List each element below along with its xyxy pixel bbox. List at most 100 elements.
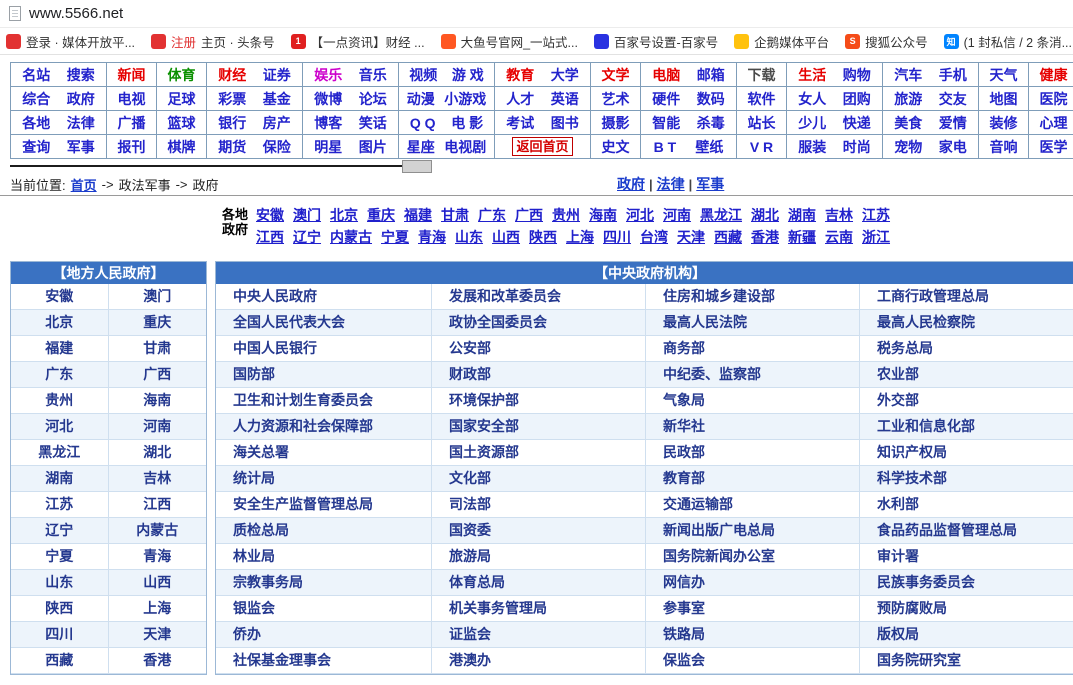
- local-gov-link[interactable]: 山西: [109, 570, 207, 595]
- nav-link[interactable]: 游 戏: [452, 65, 484, 85]
- nav-link[interactable]: 棋牌: [168, 137, 196, 157]
- nav-link[interactable]: 综合: [22, 89, 50, 109]
- local-gov-link[interactable]: 西藏: [11, 648, 109, 673]
- region-link[interactable]: 天津: [677, 226, 705, 248]
- nav-link[interactable]: 少儿: [798, 113, 826, 133]
- region-link[interactable]: 福建: [404, 204, 432, 226]
- nav-link[interactable]: 生活: [798, 65, 826, 85]
- central-gov-link[interactable]: 环境保护部: [432, 388, 646, 413]
- region-link[interactable]: 上海: [566, 226, 594, 248]
- central-gov-link[interactable]: 气象局: [646, 388, 860, 413]
- central-gov-link[interactable]: 民族事务委员会: [860, 570, 1073, 595]
- central-gov-link[interactable]: 安全生产监督管理总局: [216, 492, 432, 517]
- category-link[interactable]: 法律: [657, 174, 685, 194]
- central-gov-link[interactable]: 农业部: [860, 362, 1073, 387]
- nav-link[interactable]: 博客: [314, 113, 342, 133]
- nav-link[interactable]: 艺术: [602, 89, 630, 109]
- nav-link[interactable]: 彩票: [218, 89, 246, 109]
- central-gov-link[interactable]: 财政部: [432, 362, 646, 387]
- central-gov-link[interactable]: 质检总局: [216, 518, 432, 543]
- central-gov-link[interactable]: 中央人民政府: [216, 284, 432, 309]
- local-gov-link[interactable]: 陕西: [11, 596, 109, 621]
- local-gov-link[interactable]: 安徽: [11, 284, 109, 309]
- central-gov-link[interactable]: 政协全国委员会: [432, 310, 646, 335]
- nav-link[interactable]: 名站: [22, 65, 50, 85]
- nav-link[interactable]: 史文: [602, 137, 630, 157]
- nav-link[interactable]: 大学: [551, 65, 579, 85]
- nav-link[interactable]: 邮箱: [697, 65, 725, 85]
- region-link[interactable]: 黑龙江: [700, 204, 742, 226]
- central-gov-link[interactable]: 国家安全部: [432, 414, 646, 439]
- central-gov-link[interactable]: 证监会: [432, 622, 646, 647]
- region-link[interactable]: 云南: [825, 226, 853, 248]
- region-link[interactable]: 台湾: [640, 226, 668, 248]
- local-gov-link[interactable]: 湖北: [109, 440, 207, 465]
- nav-link[interactable]: 杀毒: [697, 113, 725, 133]
- nav-link[interactable]: 考试: [506, 113, 534, 133]
- local-gov-link[interactable]: 贵州: [11, 388, 109, 413]
- nav-link[interactable]: 搜索: [67, 65, 95, 85]
- nav-link[interactable]: 手机: [939, 65, 967, 85]
- nav-link[interactable]: 新闻: [118, 65, 146, 85]
- region-link[interactable]: 重庆: [367, 204, 395, 226]
- local-gov-link[interactable]: 黑龙江: [11, 440, 109, 465]
- region-link[interactable]: 湖南: [788, 204, 816, 226]
- nav-link[interactable]: 财经: [218, 65, 246, 85]
- region-link[interactable]: 吉林: [825, 204, 853, 226]
- category-link[interactable]: 政府: [617, 174, 645, 194]
- nav-link[interactable]: 美食: [894, 113, 922, 133]
- local-gov-link[interactable]: 江苏: [11, 492, 109, 517]
- nav-link[interactable]: 政府: [67, 89, 95, 109]
- nav-link[interactable]: 壁纸: [695, 137, 723, 157]
- central-gov-link[interactable]: 食品药品监督管理总局: [860, 518, 1073, 543]
- nav-link[interactable]: 软件: [748, 89, 776, 109]
- central-gov-link[interactable]: 工商行政管理总局: [860, 284, 1073, 309]
- local-gov-link[interactable]: 澳门: [109, 284, 207, 309]
- nav-link[interactable]: 英语: [551, 89, 579, 109]
- local-gov-link[interactable]: 内蒙古: [109, 518, 207, 543]
- nav-link[interactable]: 服装: [798, 137, 826, 157]
- local-gov-link[interactable]: 湖南: [11, 466, 109, 491]
- central-gov-link[interactable]: 社保基金理事会: [216, 648, 432, 673]
- nav-link[interactable]: 足球: [168, 89, 196, 109]
- nav-link[interactable]: 装修: [990, 113, 1018, 133]
- central-gov-link[interactable]: 住房和城乡建设部: [646, 284, 860, 309]
- local-gov-link[interactable]: 广西: [109, 362, 207, 387]
- nav-link[interactable]: 音响: [990, 137, 1018, 157]
- bookmark-item[interactable]: 登录 · 媒体开放平...: [6, 32, 135, 51]
- nav-link[interactable]: 数码: [697, 89, 725, 109]
- nav-link[interactable]: 天气: [990, 65, 1018, 85]
- nav-link[interactable]: 银行: [218, 113, 246, 133]
- central-gov-link[interactable]: 最高人民法院: [646, 310, 860, 335]
- central-gov-link[interactable]: 国防部: [216, 362, 432, 387]
- nav-link[interactable]: Q Q: [410, 115, 436, 131]
- region-link[interactable]: 河北: [626, 204, 654, 226]
- nav-link[interactable]: 爱情: [939, 113, 967, 133]
- region-link[interactable]: 江苏: [862, 204, 890, 226]
- nav-link[interactable]: 站长: [748, 113, 776, 133]
- nav-link[interactable]: 篮球: [168, 113, 196, 133]
- central-gov-link[interactable]: 统计局: [216, 466, 432, 491]
- local-gov-link[interactable]: 山东: [11, 570, 109, 595]
- nav-link[interactable]: 电视: [118, 89, 146, 109]
- nav-link[interactable]: 医院: [1040, 89, 1068, 109]
- nav-link[interactable]: 笑话: [359, 113, 387, 133]
- region-link[interactable]: 西藏: [714, 226, 742, 248]
- nav-link[interactable]: 健康: [1040, 65, 1068, 85]
- region-link[interactable]: 宁夏: [381, 226, 409, 248]
- bookmark-item[interactable]: 百家号设置-百家号: [594, 32, 718, 51]
- central-gov-link[interactable]: 税务总局: [860, 336, 1073, 361]
- region-link[interactable]: 山西: [492, 226, 520, 248]
- bookmark-item[interactable]: 注册主页 · 头条号: [151, 32, 275, 51]
- nav-link[interactable]: 基金: [263, 89, 291, 109]
- nav-link[interactable]: 智能: [652, 113, 680, 133]
- central-gov-link[interactable]: 保监会: [646, 648, 860, 673]
- nav-link[interactable]: 女人: [798, 89, 826, 109]
- region-link[interactable]: 湖北: [751, 204, 779, 226]
- nav-link[interactable]: 家电: [939, 137, 967, 157]
- central-gov-link[interactable]: 交通运输部: [646, 492, 860, 517]
- nav-link[interactable]: 快递: [843, 113, 871, 133]
- nav-link[interactable]: 返回首页: [512, 137, 572, 156]
- central-gov-link[interactable]: 最高人民检察院: [860, 310, 1073, 335]
- nav-link[interactable]: 电脑: [652, 65, 680, 85]
